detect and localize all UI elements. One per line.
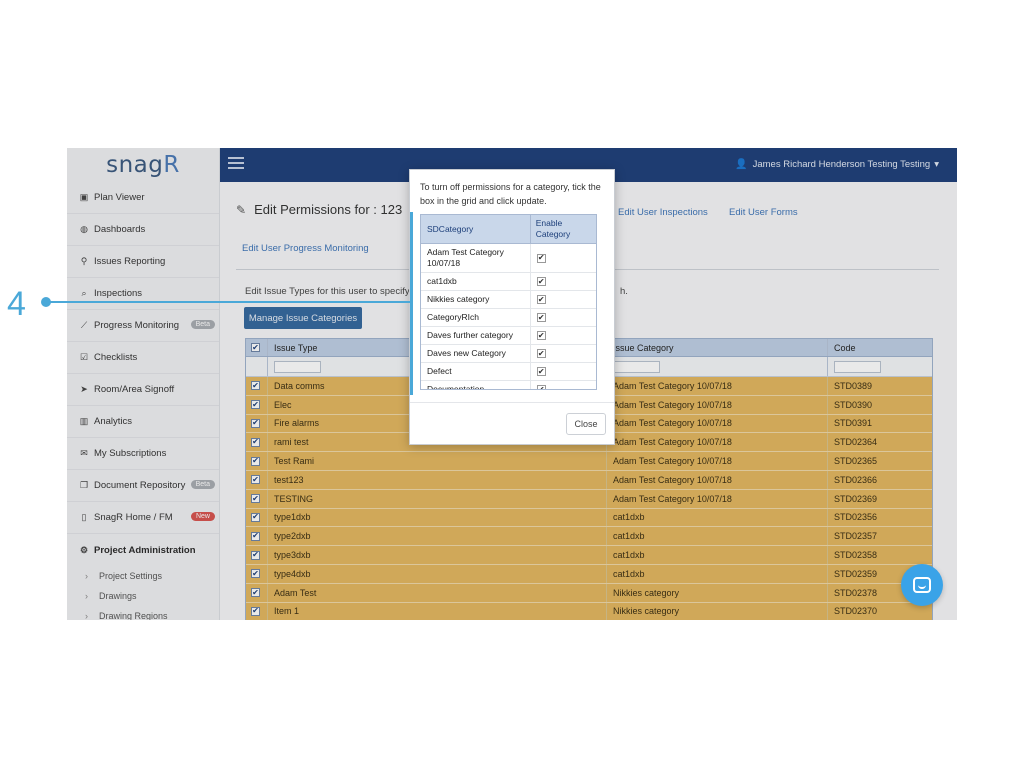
category-row[interactable]: Documentation ✔ — [421, 381, 596, 389]
enable-category-checkbox[interactable]: ✔ — [536, 295, 546, 304]
category-permissions-modal: To turn off permissions for a category, … — [409, 169, 615, 445]
category-row[interactable]: Daves further category ✔ — [421, 327, 596, 345]
enable-category-cell: ✔ — [531, 363, 596, 380]
category-name: Daves further category — [421, 327, 531, 344]
enable-category-checkbox[interactable]: ✔ — [536, 253, 546, 263]
enable-category-cell: ✔ — [531, 381, 596, 389]
column-header-sdcategory[interactable]: SDCategory — [421, 215, 531, 243]
annotation-highlight-bar — [410, 212, 413, 395]
enable-category-checkbox[interactable]: ✔ — [536, 367, 546, 376]
enable-category-cell: ✔ — [531, 244, 596, 272]
stage: snag R ▣ Plan Viewer ◍ Dashboards ⚲ Issues Rep… — [0, 0, 1024, 768]
category-row[interactable]: cat1dxb ✔ — [421, 273, 596, 291]
enable-category-checkbox[interactable]: ✔ — [536, 277, 546, 286]
annotation-number: 4 — [7, 285, 26, 323]
modal-message: To turn off permissions for a category, … — [420, 182, 601, 206]
enable-category-cell: ✔ — [531, 291, 596, 308]
category-row[interactable]: Defect ✔ — [421, 363, 596, 381]
enable-category-checkbox[interactable]: ✔ — [536, 385, 546, 389]
category-name: Adam Test Category 10/07/18 — [421, 244, 531, 272]
category-grid-header: SDCategory Enable Category — [421, 215, 596, 244]
category-name: Daves new Category — [421, 345, 531, 362]
close-button[interactable]: Close — [566, 413, 606, 435]
annotation-line — [50, 301, 412, 303]
chat-icon — [913, 577, 931, 593]
category-row[interactable]: Nikkies category ✔ — [421, 291, 596, 309]
enable-category-cell: ✔ — [531, 345, 596, 362]
column-header-enable-category[interactable]: Enable Category — [531, 215, 596, 243]
enable-category-checkbox[interactable]: ✔ — [536, 331, 546, 340]
modal-footer-divider — [410, 402, 614, 403]
category-name: Nikkies category — [421, 291, 531, 308]
category-name: cat1dxb — [421, 273, 531, 290]
category-row[interactable]: Daves new Category ✔ — [421, 345, 596, 363]
category-row[interactable]: Adam Test Category 10/07/18 ✔ — [421, 244, 596, 273]
category-row[interactable]: CategoryRIch ✔ — [421, 309, 596, 327]
category-grid-body: Adam Test Category 10/07/18 ✔ cat1dxb ✔ Nikk… — [421, 244, 596, 389]
category-name: Defect — [421, 363, 531, 380]
category-name: CategoryRIch — [421, 309, 531, 326]
enable-category-cell: ✔ — [531, 273, 596, 290]
enable-category-checkbox[interactable]: ✔ — [536, 349, 546, 358]
chat-launcher-button[interactable] — [901, 564, 943, 606]
enable-category-cell: ✔ — [531, 309, 596, 326]
enable-category-checkbox[interactable]: ✔ — [536, 313, 546, 322]
category-grid: SDCategory Enable Category Adam Test Cat… — [420, 214, 597, 390]
category-name: Documentation — [421, 381, 531, 389]
enable-category-cell: ✔ — [531, 327, 596, 344]
